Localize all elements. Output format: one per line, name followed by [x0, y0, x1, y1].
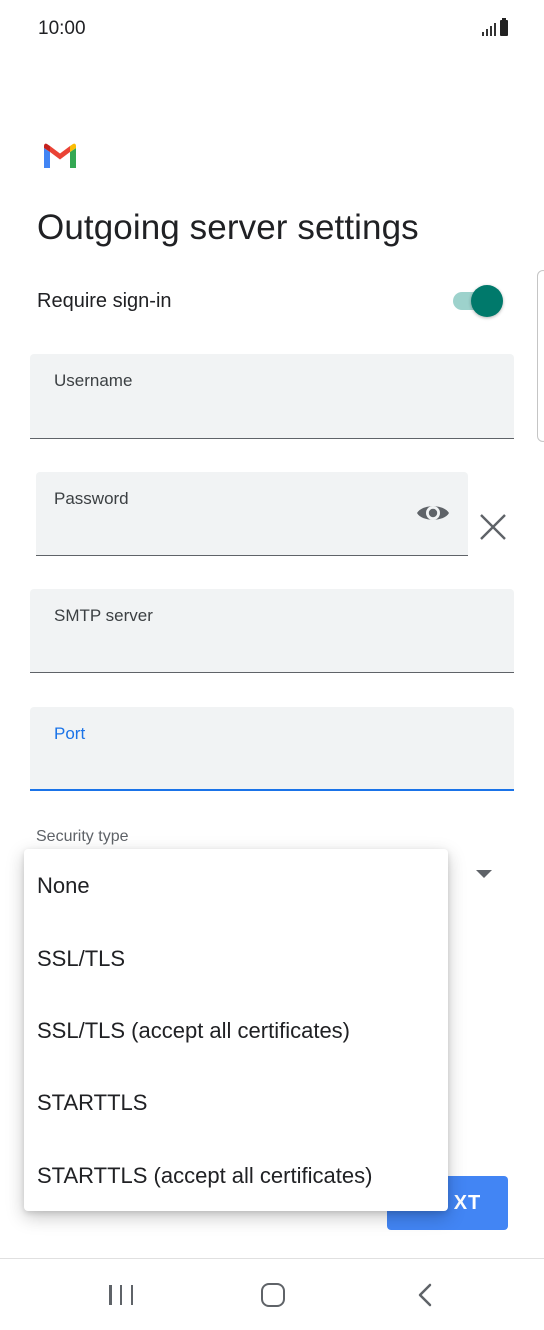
back-icon[interactable]	[414, 1283, 436, 1307]
close-icon[interactable]	[478, 512, 508, 542]
menu-item-ssl-tls[interactable]: SSL/TLS	[24, 923, 448, 995]
status-icons	[482, 18, 508, 36]
dropdown-arrow-icon[interactable]	[476, 870, 492, 878]
require-signin-label: Require sign-in	[37, 290, 172, 312]
menu-item-starttls[interactable]: STARTTLS	[24, 1067, 448, 1139]
password-field[interactable]: Password	[36, 472, 468, 556]
require-signin-toggle[interactable]	[453, 285, 503, 317]
signal-icon	[482, 22, 496, 36]
security-type-label: Security type	[36, 828, 129, 845]
menu-item-none[interactable]: None	[24, 850, 448, 922]
navigation-bar	[0, 1259, 544, 1330]
status-bar: 10:00	[0, 0, 544, 60]
security-type-menu: None SSL/TLS SSL/TLS (accept all certifi…	[24, 849, 448, 1211]
port-field[interactable]: Port	[30, 707, 514, 791]
username-label: Username	[54, 371, 133, 390]
next-button-label: XT	[453, 1191, 482, 1214]
gmail-logo	[44, 143, 76, 168]
require-signin-row: Require sign-in	[37, 284, 507, 320]
port-label: Port	[54, 724, 86, 743]
page-title: Outgoing server settings	[37, 208, 419, 247]
recents-icon[interactable]	[109, 1285, 133, 1305]
screen: 10:00 Outgoing server settings Require s…	[0, 0, 544, 1330]
edge-panel-handle[interactable]	[537, 270, 544, 442]
toggle-thumb	[471, 285, 503, 317]
home-icon[interactable]	[261, 1283, 285, 1307]
password-label: Password	[54, 489, 129, 508]
status-time: 10:00	[38, 18, 86, 39]
menu-item-ssl-tls-accept-all[interactable]: SSL/TLS (accept all certificates)	[24, 995, 448, 1067]
menu-item-starttls-accept-all[interactable]: STARTTLS (accept all certificates)	[24, 1140, 448, 1212]
battery-icon	[500, 18, 508, 36]
smtp-server-field[interactable]: SMTP server	[30, 589, 514, 673]
smtp-server-label: SMTP server	[54, 606, 153, 625]
username-field[interactable]: Username	[30, 354, 514, 439]
eye-icon[interactable]	[416, 500, 450, 526]
